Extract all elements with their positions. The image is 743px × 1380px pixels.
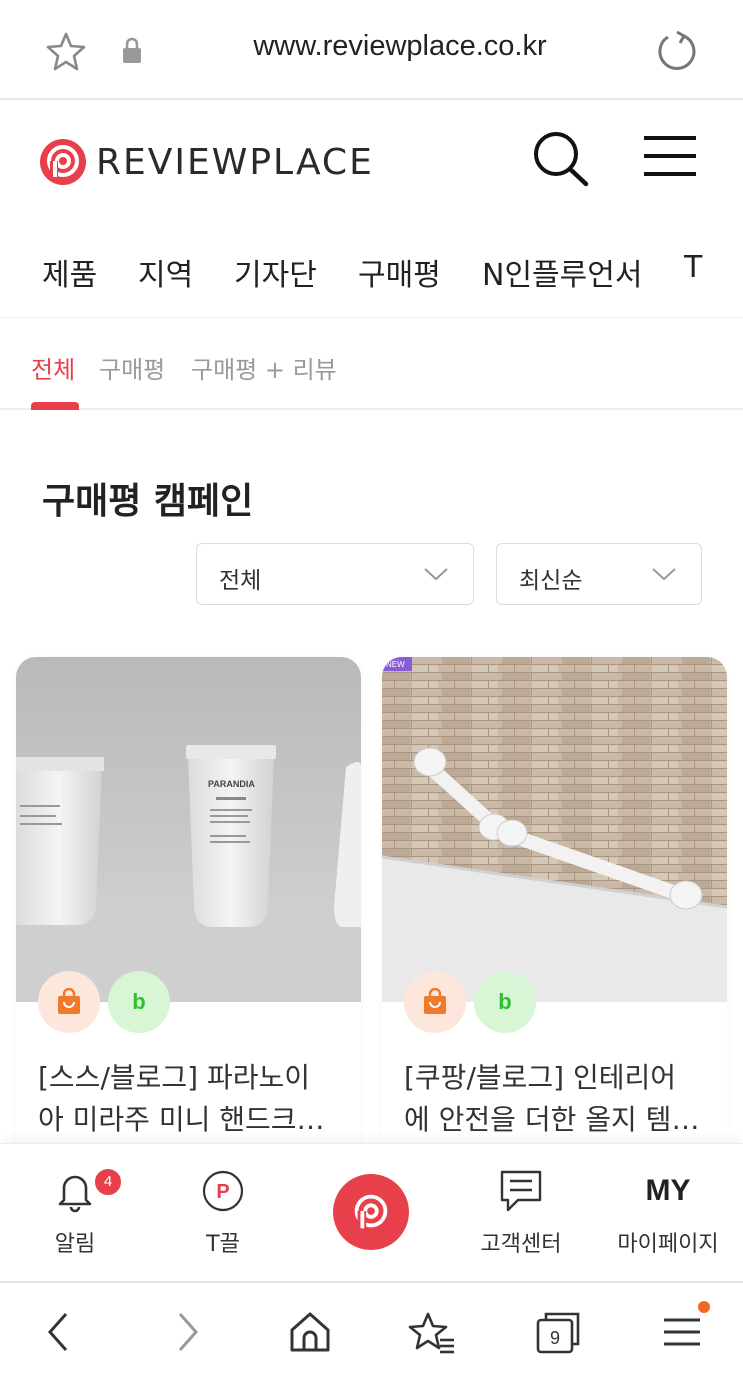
notification-count-badge: 4 (92, 1166, 124, 1198)
svg-text:PARANDIA: PARANDIA (208, 779, 255, 789)
sub-tabs: 전체 구매평 구매평 + 리뷰 (0, 318, 743, 410)
active-tab-indicator (31, 402, 79, 410)
browser-url-bar: www.reviewplace.co.kr (0, 0, 743, 100)
url-text[interactable]: www.reviewplace.co.kr (180, 30, 620, 63)
chevron-left-icon[interactable] (36, 1308, 84, 1356)
update-dot (698, 1301, 710, 1313)
nav-label: 알림 (54, 1232, 96, 1257)
nav-tkkeul[interactable]: P T끌 (168, 1144, 278, 1282)
reload-icon[interactable] (654, 28, 700, 74)
category-region[interactable]: 지역 (138, 250, 193, 294)
page-title: 구매평 캠페인 (42, 481, 254, 522)
category-products[interactable]: 제품 (42, 250, 97, 294)
category-reporters[interactable]: 기자단 (234, 250, 317, 294)
category-purchase-review[interactable]: 구매평 (358, 250, 441, 294)
product-image-grab-bar: NEW (382, 657, 727, 1002)
chat-bubble-icon (500, 1170, 542, 1212)
p-circle-icon: P (202, 1170, 244, 1212)
nav-label: 마이페이지 (617, 1232, 719, 1257)
reviewplace-logo-icon (354, 1194, 388, 1231)
chevron-right-icon[interactable] (164, 1308, 212, 1356)
home-icon[interactable] (286, 1308, 334, 1356)
site-logo[interactable]: REVIEWPLACE (38, 136, 374, 188)
bell-icon (58, 1175, 92, 1213)
hamburger-menu-icon[interactable] (658, 1308, 706, 1356)
shopping-bag-icon (404, 971, 466, 1033)
svg-text:9: 9 (550, 1328, 560, 1348)
logo-text: REVIEWPLACE (96, 141, 374, 183)
campaign-card[interactable]: PARANDIA b [스스/블로그] 파라노이 아 미라주 미니 핸드크… (16, 657, 361, 1157)
sort-select[interactable]: 최신순 (496, 543, 702, 605)
site-header: REVIEWPLACE (0, 100, 743, 218)
tabs-icon[interactable]: 9 (534, 1308, 582, 1356)
blog-icon: b (474, 971, 536, 1033)
product-image-hand-cream: PARANDIA (16, 657, 361, 1002)
browser-bottom-bar: 9 (0, 1281, 743, 1380)
star-outline-icon[interactable] (44, 30, 88, 74)
campaign-title: [스스/블로그] 파라노이 아 미라주 미니 핸드크… (38, 1061, 325, 1136)
chevron-down-icon (424, 568, 448, 581)
svg-text:P: P (216, 1181, 229, 1203)
reviewplace-logo-icon (40, 139, 86, 185)
nav-label: T끌 (206, 1232, 240, 1257)
home-logo-button[interactable] (333, 1174, 409, 1250)
shopping-bag-icon (38, 971, 100, 1033)
tab-purchase-review-plus-review[interactable]: 구매평 + 리뷰 (191, 350, 337, 385)
campaign-title: [쿠팡/블로그] 인테리어 에 안전을 더한 올지 템… (404, 1061, 700, 1136)
chevron-down-icon (652, 568, 676, 581)
nav-mypage[interactable]: MY 마이페이지 (606, 1144, 730, 1282)
tab-all[interactable]: 전체 (31, 350, 75, 385)
my-icon: MY (645, 1174, 691, 1207)
category-n-influencer[interactable]: N인플루언서 (482, 250, 642, 294)
star-list-icon[interactable] (408, 1308, 456, 1356)
svg-text:NEW: NEW (386, 660, 405, 669)
nav-notifications[interactable]: 4 알림 (20, 1144, 130, 1282)
search-icon[interactable] (530, 128, 592, 190)
hamburger-menu-icon[interactable] (640, 132, 700, 182)
campaign-card[interactable]: NEW b [쿠팡/블로그] 인테리어 에 안전을 더한 올지 템… (382, 657, 727, 1157)
tab-purchase-review[interactable]: 구매평 (99, 350, 165, 385)
platform-badges: b (38, 971, 170, 1033)
blog-icon: b (108, 971, 170, 1033)
category-t[interactable]: T (684, 250, 702, 285)
sort-select-value: 최신순 (519, 568, 583, 594)
nav-customer-center[interactable]: 고객센터 (466, 1144, 576, 1282)
filter-select[interactable]: 전체 (196, 543, 474, 605)
category-nav: 제품 지역 기자단 구매평 N인플루언서 T (0, 218, 743, 318)
lock-icon (123, 37, 141, 63)
nav-label: 고객센터 (480, 1232, 562, 1257)
app-bottom-nav: 4 알림 P T끌 고객센터 MY 마이페이지 (0, 1143, 743, 1281)
platform-badges: b (404, 971, 536, 1033)
filter-select-value: 전체 (219, 568, 262, 594)
